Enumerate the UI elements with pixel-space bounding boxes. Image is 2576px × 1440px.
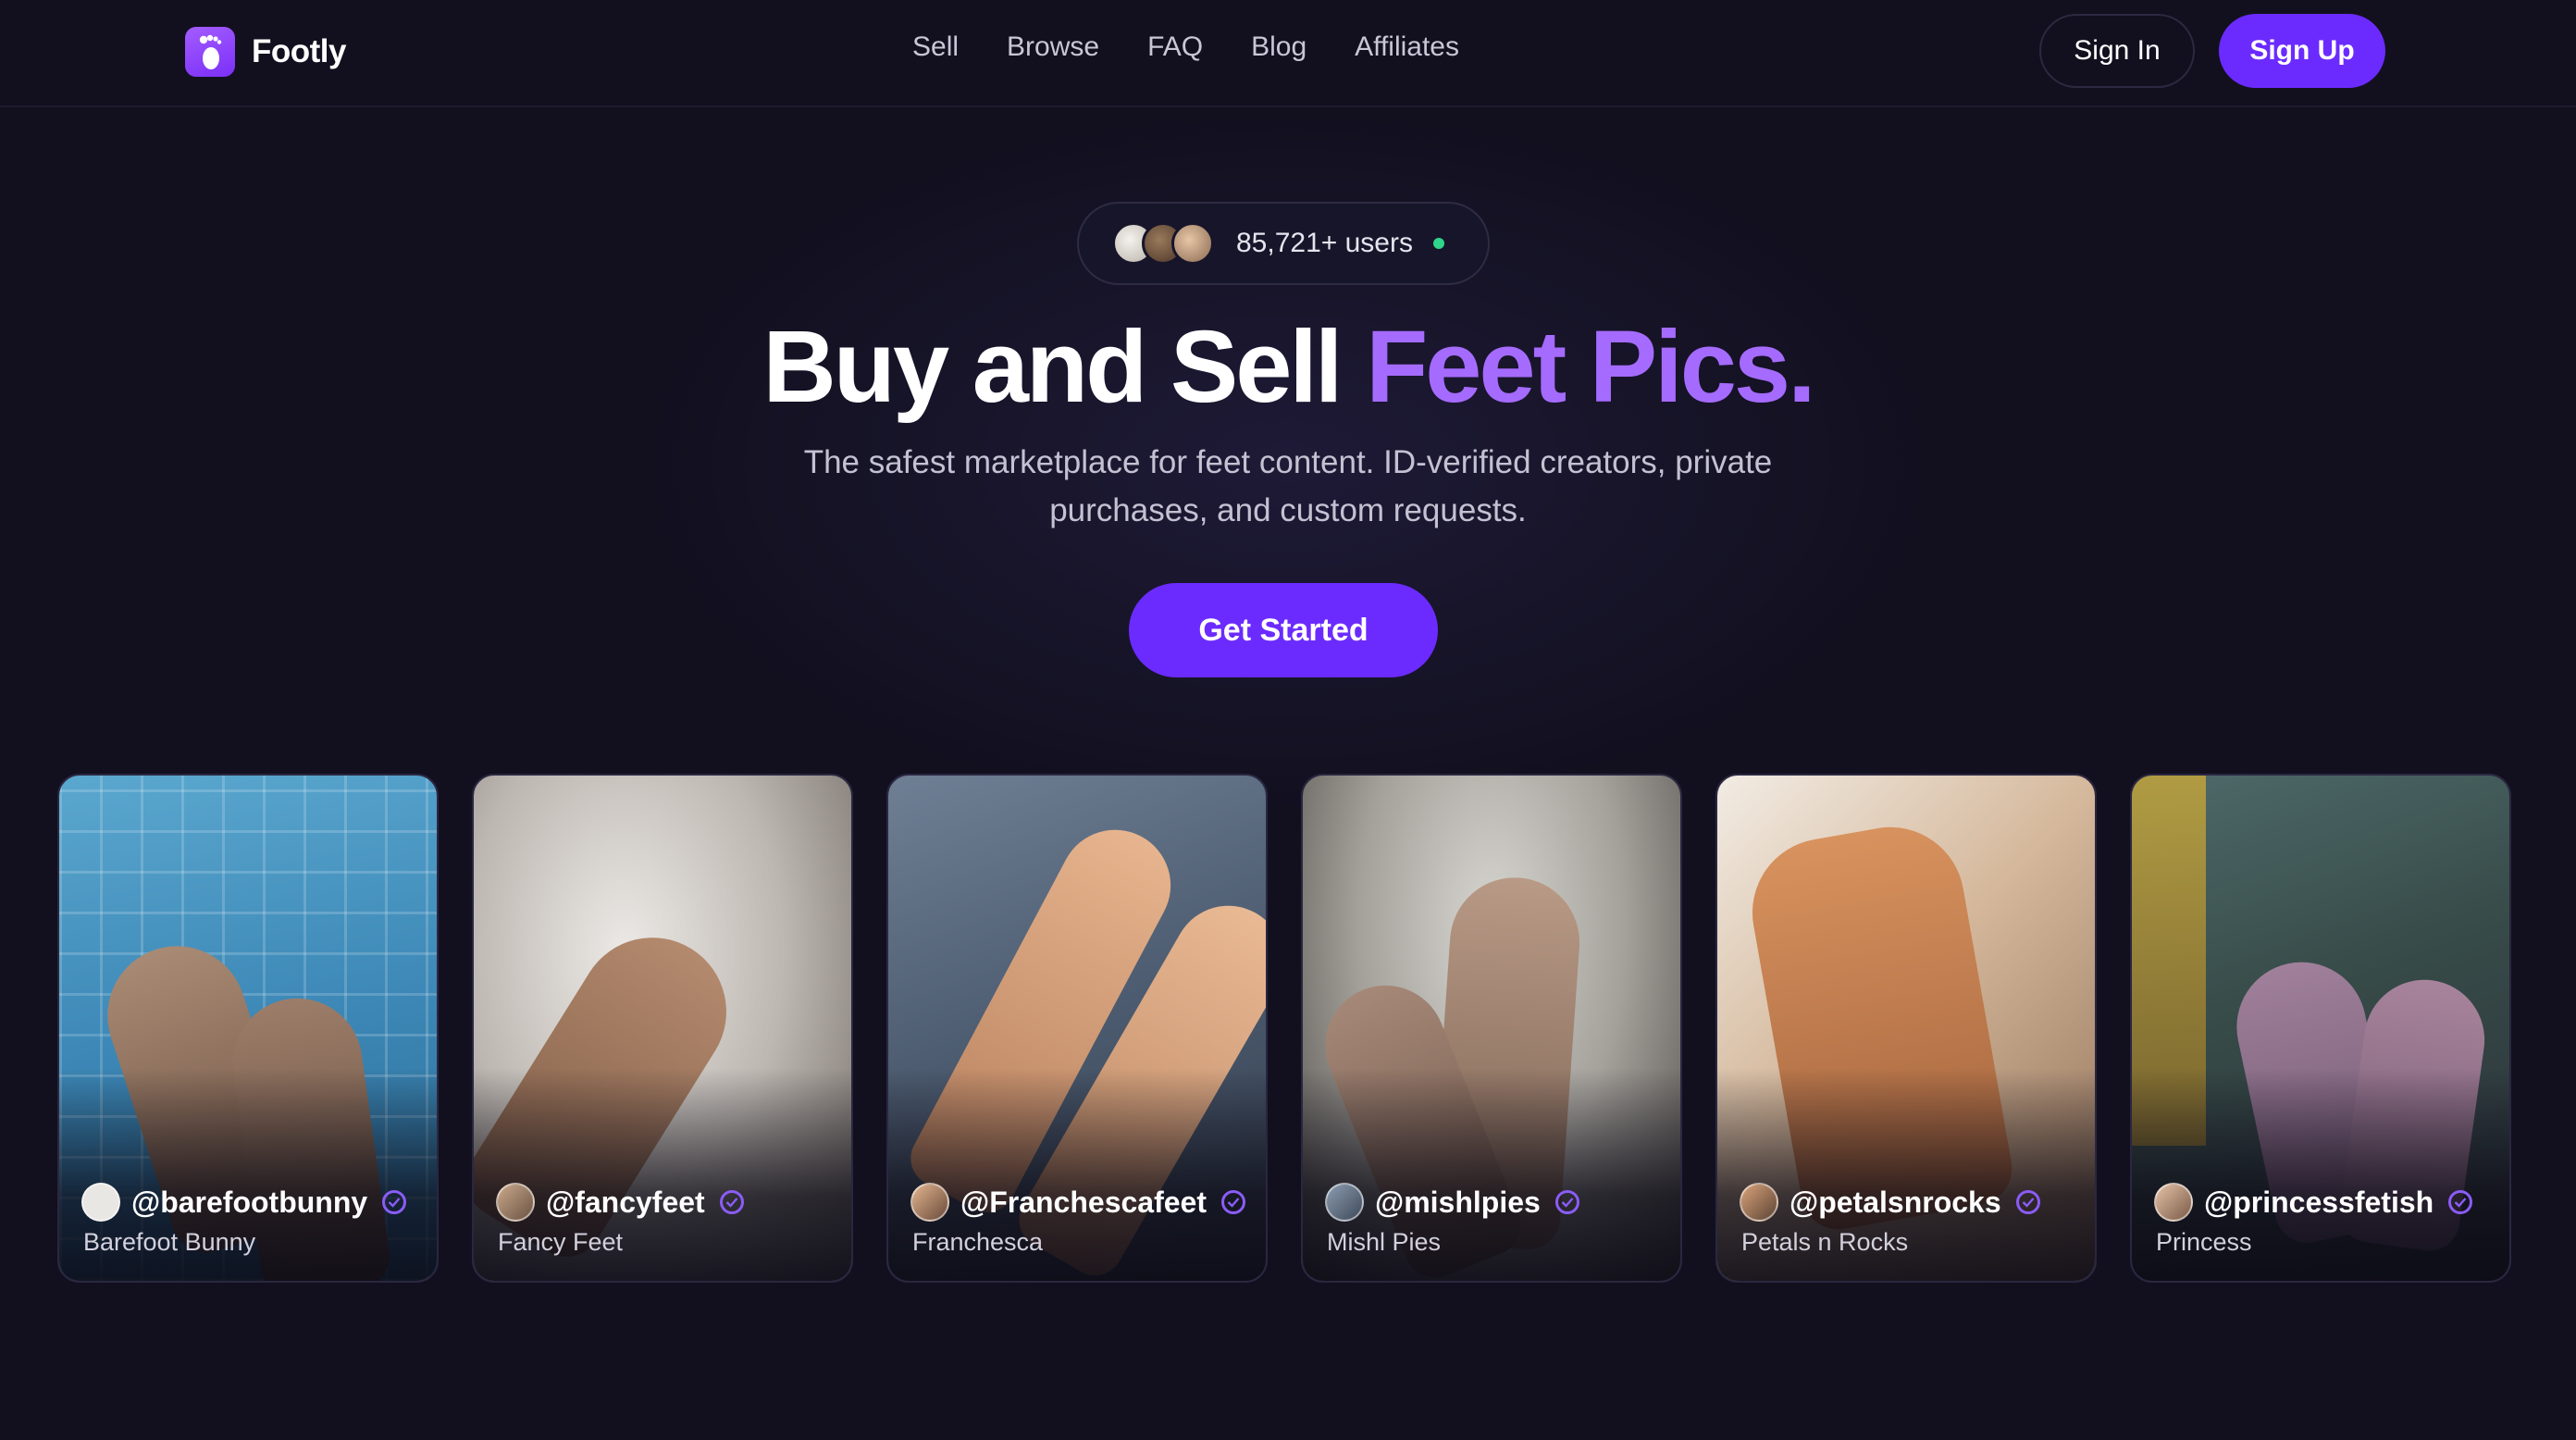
creator-card[interactable]: @Franchescafeet Franchesca [886, 774, 1268, 1283]
users-count-badge: 85,721+ users [1077, 202, 1490, 285]
creator-info: @Franchescafeet [910, 1183, 1245, 1222]
avatar [1325, 1183, 1364, 1222]
avatar [1171, 222, 1214, 265]
creator-name: Fancy Feet [498, 1228, 624, 1256]
nav-link-browse[interactable]: Browse [1007, 31, 1099, 63]
creator-info: @mishlpies [1325, 1183, 1579, 1222]
verified-check-icon [1554, 1190, 1579, 1214]
hero-title: Buy and Sell Feet Pics. [0, 307, 2576, 428]
creator-name: Mishl Pies [1327, 1228, 1442, 1256]
creator-info: @fancyfeet [496, 1183, 744, 1222]
creator-card[interactable]: @barefootbunny Barefoot Bunny [57, 774, 439, 1283]
brand-name: Footly [252, 33, 346, 69]
creator-card[interactable]: @mishlpies Mishl Pies [1301, 774, 1682, 1283]
online-status-dot [1432, 238, 1444, 249]
verified-check-icon [719, 1190, 744, 1214]
avatar-stack [1112, 222, 1214, 265]
nav-link-sell[interactable]: Sell [912, 31, 959, 63]
avatar [81, 1183, 120, 1222]
verified-check-icon [382, 1190, 407, 1214]
verified-check-icon [2015, 1190, 2040, 1214]
creator-info: @barefootbunny [81, 1183, 407, 1222]
sign-in-button[interactable]: Sign In [2039, 14, 2195, 88]
nav-link-affiliates[interactable]: Affiliates [1355, 31, 1459, 63]
brand-logo[interactable]: Footly [185, 26, 346, 78]
users-count-text: 85,721+ users [1236, 228, 1413, 258]
creator-name: Franchesca [912, 1228, 1044, 1256]
creator-name: Barefoot Bunny [83, 1228, 256, 1256]
top-navbar: Footly Sell Browse FAQ Blog Affiliates S… [0, 0, 2576, 107]
hero-title-accent: Feet Pics. [1366, 310, 1816, 424]
avatar [496, 1183, 535, 1222]
hero-subtitle: The safest marketplace for feet content.… [803, 444, 1773, 528]
creator-handle: @petalsnrocks [1790, 1185, 2001, 1219]
creator-card[interactable]: @fancyfeet Fancy Feet [472, 774, 853, 1283]
nav-link-blog[interactable]: Blog [1251, 31, 1307, 63]
creator-handle: @fancyfeet [546, 1185, 705, 1219]
avatar [2154, 1183, 2193, 1222]
creator-name: Princess [2156, 1228, 2252, 1256]
creator-card[interactable]: @princessfetish Princess [2130, 774, 2511, 1283]
verified-check-icon [2448, 1190, 2473, 1214]
main-nav: Sell Browse FAQ Blog Affiliates [912, 31, 1459, 63]
footprint-icon [185, 27, 235, 77]
verified-check-icon [1220, 1190, 1245, 1214]
get-started-button[interactable]: Get Started [1129, 583, 1438, 677]
creator-handle: @princessfetish [2204, 1185, 2434, 1219]
creator-handle: @mishlpies [1375, 1185, 1541, 1219]
sign-up-button[interactable]: Sign Up [2219, 14, 2385, 88]
avatar [910, 1183, 949, 1222]
creator-info: @petalsnrocks [1740, 1183, 2040, 1222]
nav-link-faq[interactable]: FAQ [1147, 31, 1203, 63]
hero-title-main: Buy and Sell [762, 310, 1367, 424]
avatar [1740, 1183, 1778, 1222]
creator-name: Petals n Rocks [1741, 1228, 1909, 1256]
creator-handle: @barefootbunny [131, 1185, 368, 1219]
creator-handle: @Franchescafeet [960, 1185, 1207, 1219]
creator-info: @princessfetish [2154, 1183, 2473, 1222]
creator-card[interactable]: @petalsnrocks Petals n Rocks [1715, 774, 2097, 1283]
